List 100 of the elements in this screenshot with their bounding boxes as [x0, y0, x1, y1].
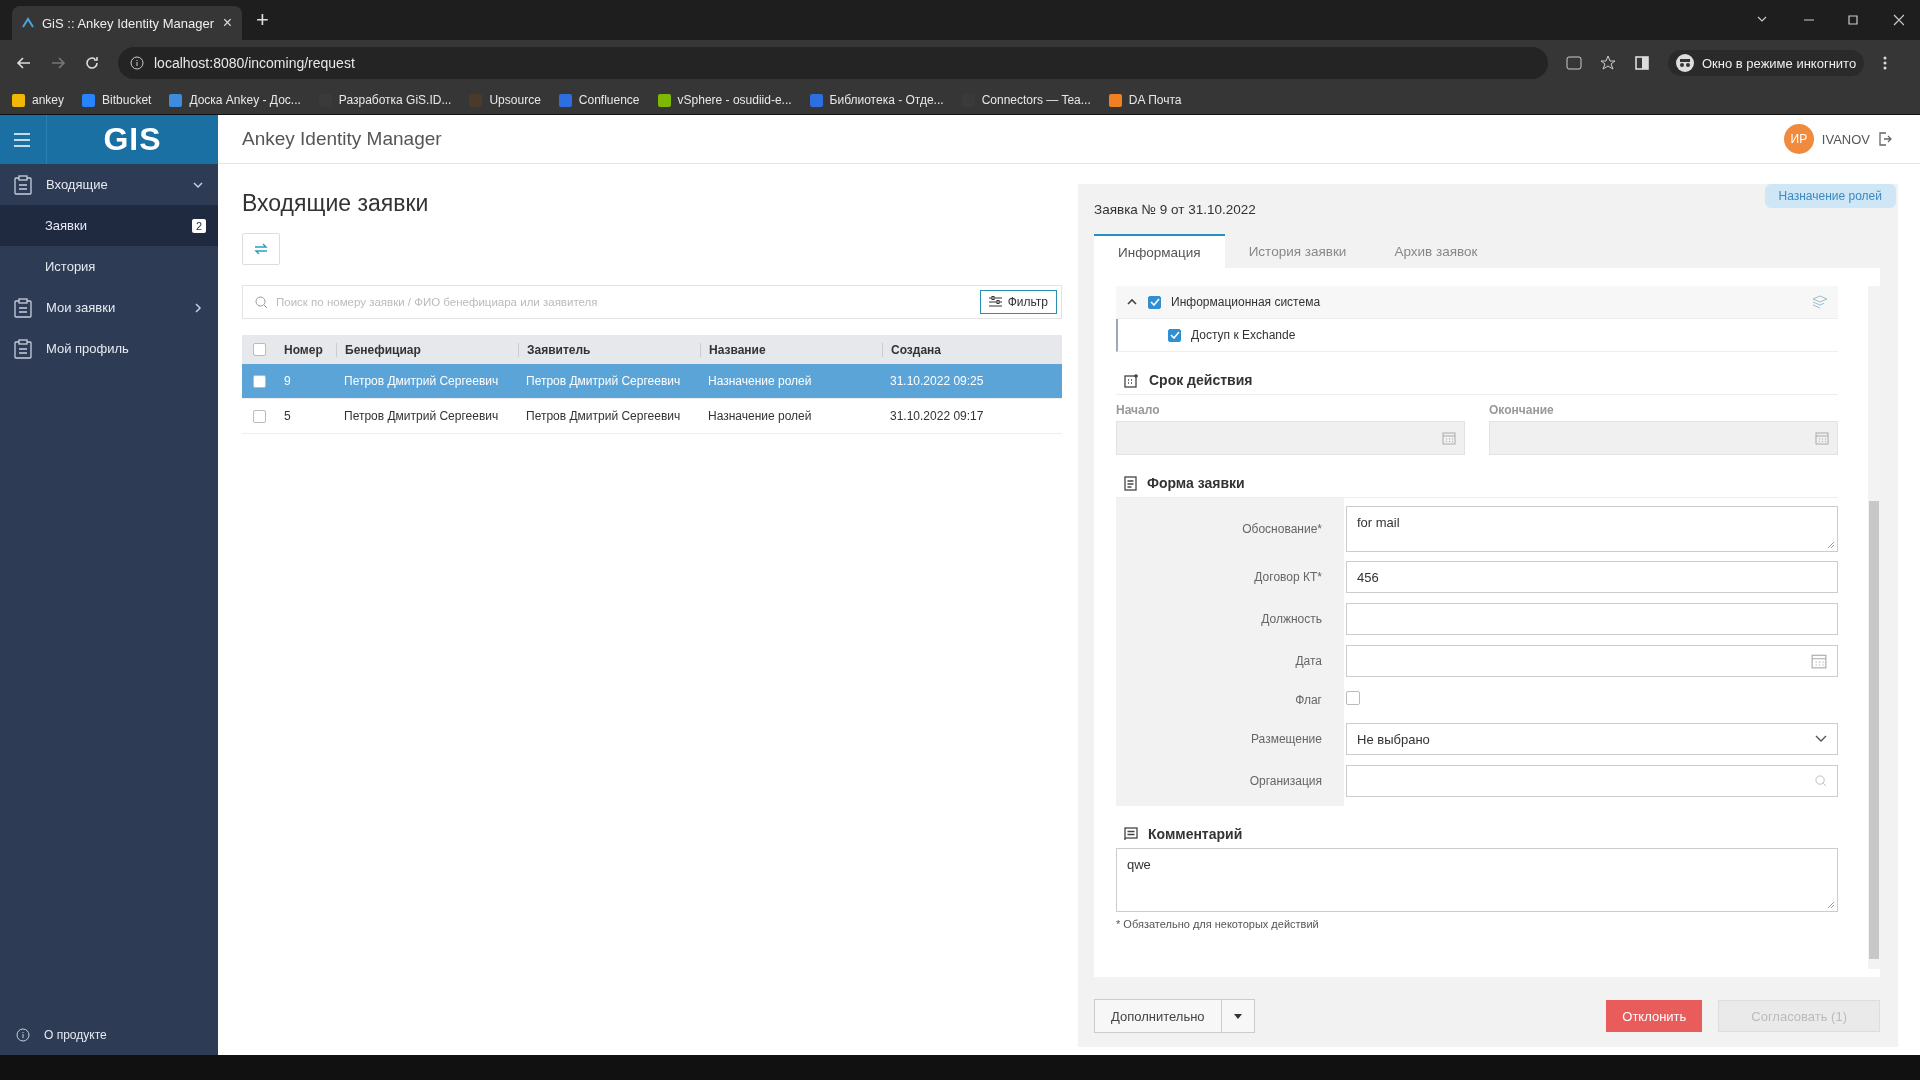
date-field[interactable] [1489, 421, 1838, 455]
checkbox[interactable] [1168, 328, 1181, 342]
search-icon [255, 295, 268, 309]
chevron-down-icon [1815, 735, 1827, 743]
table-cell: 9 [284, 374, 291, 388]
new-tab-button[interactable]: + [256, 7, 269, 33]
section-title: Срок действия [1149, 372, 1253, 388]
table-cell: Петров Дмитрий Сергеевич [344, 374, 499, 388]
row-checkbox[interactable] [252, 374, 266, 388]
table-cell: Назначение ролей [708, 409, 812, 423]
clipboard-icon [14, 174, 32, 195]
date-field[interactable] [1346, 645, 1838, 677]
comment-field[interactable]: qwe [1116, 848, 1838, 912]
date-field[interactable] [1116, 421, 1465, 455]
calendar-icon [1815, 431, 1829, 445]
sidepanel-icon[interactable] [1634, 55, 1650, 71]
bookmark[interactable]: ankey [12, 93, 65, 107]
incognito-indicator[interactable]: Окно в режиме инкогнито [1668, 50, 1865, 76]
bookmark[interactable]: Bitbucket [82, 93, 152, 107]
field-label: Договор КТ* [1254, 570, 1322, 584]
sidebar-subitem[interactable]: Заявки 2 [0, 205, 218, 246]
text-area[interactable]: for mail [1346, 506, 1838, 552]
field-label: Должность [1261, 612, 1322, 626]
field-label: Флаг [1295, 693, 1322, 707]
address-field[interactable]: localhost:8080/incoming/request [118, 47, 1548, 79]
table-cell: 31.10.2022 09:25 [890, 374, 984, 388]
section-title: Форма заявки [1147, 475, 1245, 491]
reload-icon[interactable] [84, 55, 100, 71]
page-title: Входящие заявки [242, 190, 430, 217]
column-header[interactable]: Заявитель [527, 342, 591, 357]
table-cell: 31.10.2022 09:17 [890, 409, 984, 423]
field-label: Размещение [1251, 732, 1322, 746]
user-name[interactable]: IVANOV [1821, 131, 1870, 147]
input-field[interactable] [1346, 603, 1838, 635]
more-icon[interactable] [1882, 55, 1889, 71]
section-title: Комментарий [1148, 826, 1243, 842]
collapse-icon[interactable] [1126, 297, 1138, 307]
tab-title: GiS :: Ankey Identity Manager [42, 15, 215, 31]
browser-tab[interactable]: GiS :: Ankey Identity Manager × [12, 6, 242, 40]
forward-icon[interactable] [50, 55, 66, 71]
column-header[interactable]: Название [709, 342, 766, 357]
refresh-icon [253, 241, 269, 257]
calendar-icon [1124, 372, 1139, 388]
column-header[interactable]: Создана [891, 342, 941, 357]
refresh-button[interactable] [242, 233, 280, 265]
type-badge: Назначение ролей [1764, 184, 1896, 208]
count-badge: 2 [191, 218, 206, 233]
lookup-field[interactable] [1346, 765, 1838, 797]
document-icon [1124, 475, 1137, 491]
sidebar-subitem[interactable]: История [0, 246, 218, 287]
info-icon[interactable] [130, 56, 144, 70]
bookmark[interactable]: Разработка GiS.ID... [318, 93, 452, 107]
calendar-icon[interactable] [1811, 653, 1827, 669]
footnote: * Обязательно для некоторых действий [1116, 918, 1320, 930]
star-icon[interactable] [1600, 55, 1616, 71]
bookmark[interactable]: Доска Ankey - Дос... [169, 93, 301, 107]
field-label: Организация [1249, 774, 1322, 788]
sliders-icon [988, 296, 1002, 308]
bookmark[interactable]: Connectors — Tea... [961, 93, 1091, 107]
back-icon[interactable] [16, 55, 32, 71]
select-all-checkbox[interactable] [252, 343, 266, 356]
logout-icon[interactable] [1878, 132, 1892, 146]
info-icon [16, 1028, 30, 1042]
clipboard-icon [14, 338, 32, 359]
request-title: Заявка № 9 от 31.10.2022 [1094, 202, 1257, 217]
search-icon[interactable] [1815, 775, 1827, 787]
resize-grip-icon[interactable] [1827, 541, 1835, 549]
logo: GIS [46, 115, 218, 164]
dropdown[interactable]: Не выбрано [1346, 723, 1838, 755]
menu-icon[interactable] [14, 132, 30, 147]
checkbox[interactable] [1346, 691, 1360, 705]
row-checkbox[interactable] [252, 409, 266, 423]
sidebar-item[interactable]: Мои заявки [0, 287, 218, 328]
bookmark[interactable]: Upsource [469, 93, 541, 107]
filter-button[interactable]: Фильтр [979, 290, 1057, 314]
close-tab-button[interactable]: × [222, 14, 232, 32]
caret-icon [1233, 1013, 1242, 1019]
bookmark[interactable]: Библиотека - Отде... [809, 93, 944, 107]
table-cell: Петров Дмитрий Сергеевич [526, 374, 681, 388]
table-row[interactable]: 5 Петров Дмитрий Сергеевич Петров Дмитрий Сергеевич Назначение ролей 31.10.2022 09:17 [242, 399, 1062, 434]
column-header[interactable]: Номер [284, 342, 323, 357]
scrollbar[interactable] [1868, 286, 1880, 969]
checkbox[interactable] [1148, 295, 1161, 309]
tab[interactable]: Информация [1094, 234, 1225, 268]
more-actions-button[interactable]: Дополнительно [1094, 999, 1255, 1033]
field-label: Обоснование* [1242, 522, 1322, 536]
field-label: Окончание [1489, 403, 1555, 417]
bookmark[interactable]: Confluence [558, 93, 640, 107]
sidebar-item[interactable]: Мой профиль [0, 328, 218, 369]
about-link[interactable]: О продукте [0, 1015, 218, 1055]
sidebar-item[interactable]: Входящие [0, 164, 218, 205]
bookmark[interactable]: vSphere - osudiid-e... [657, 93, 792, 107]
column-header[interactable]: Бенефициар [345, 342, 421, 357]
resource-label: Доступ к Exchande [1191, 328, 1296, 342]
resource-label: Информационная система [1171, 295, 1321, 309]
input-field[interactable]: 456 [1346, 561, 1838, 593]
resize-grip-icon[interactable] [1827, 901, 1835, 909]
app-title: Ankey Identity Manager [242, 128, 442, 150]
table-cell: Назначение ролей [708, 374, 812, 388]
bookmark[interactable]: DA Почта [1108, 93, 1182, 107]
